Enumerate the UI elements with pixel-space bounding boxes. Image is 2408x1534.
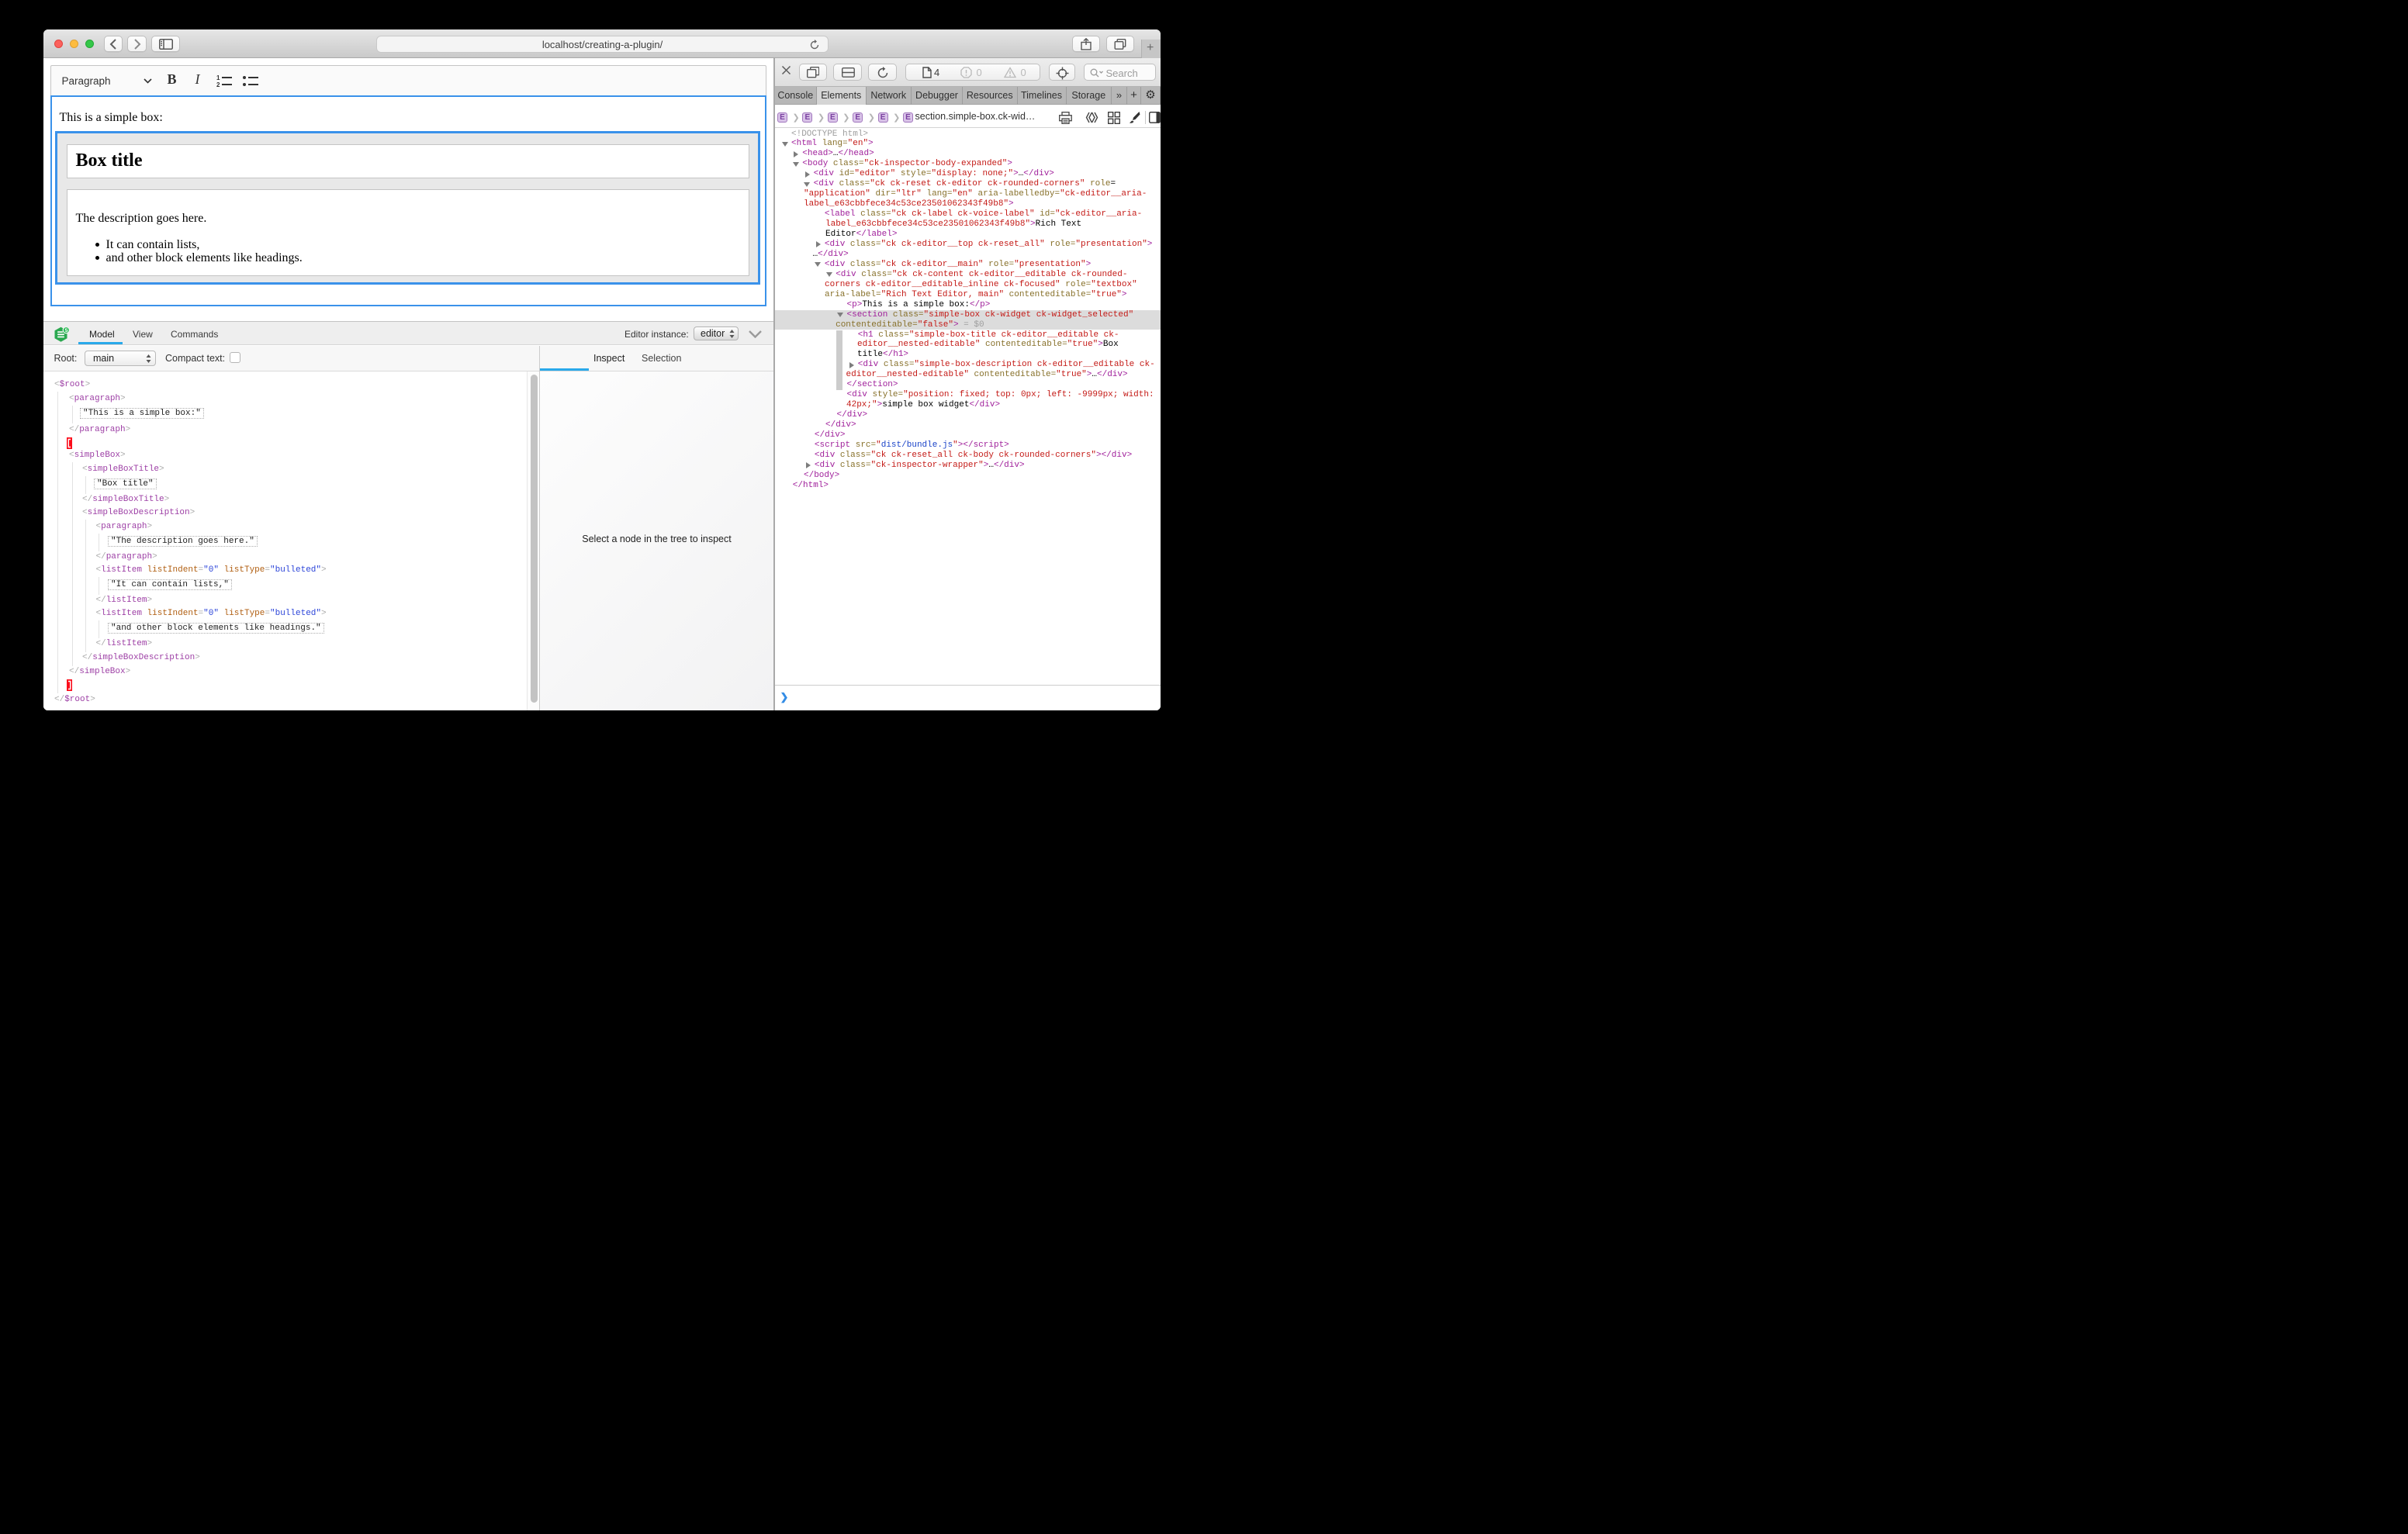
svg-text:5: 5 <box>64 328 67 333</box>
svg-text:1: 1 <box>216 74 220 81</box>
svg-text:2: 2 <box>216 81 220 88</box>
